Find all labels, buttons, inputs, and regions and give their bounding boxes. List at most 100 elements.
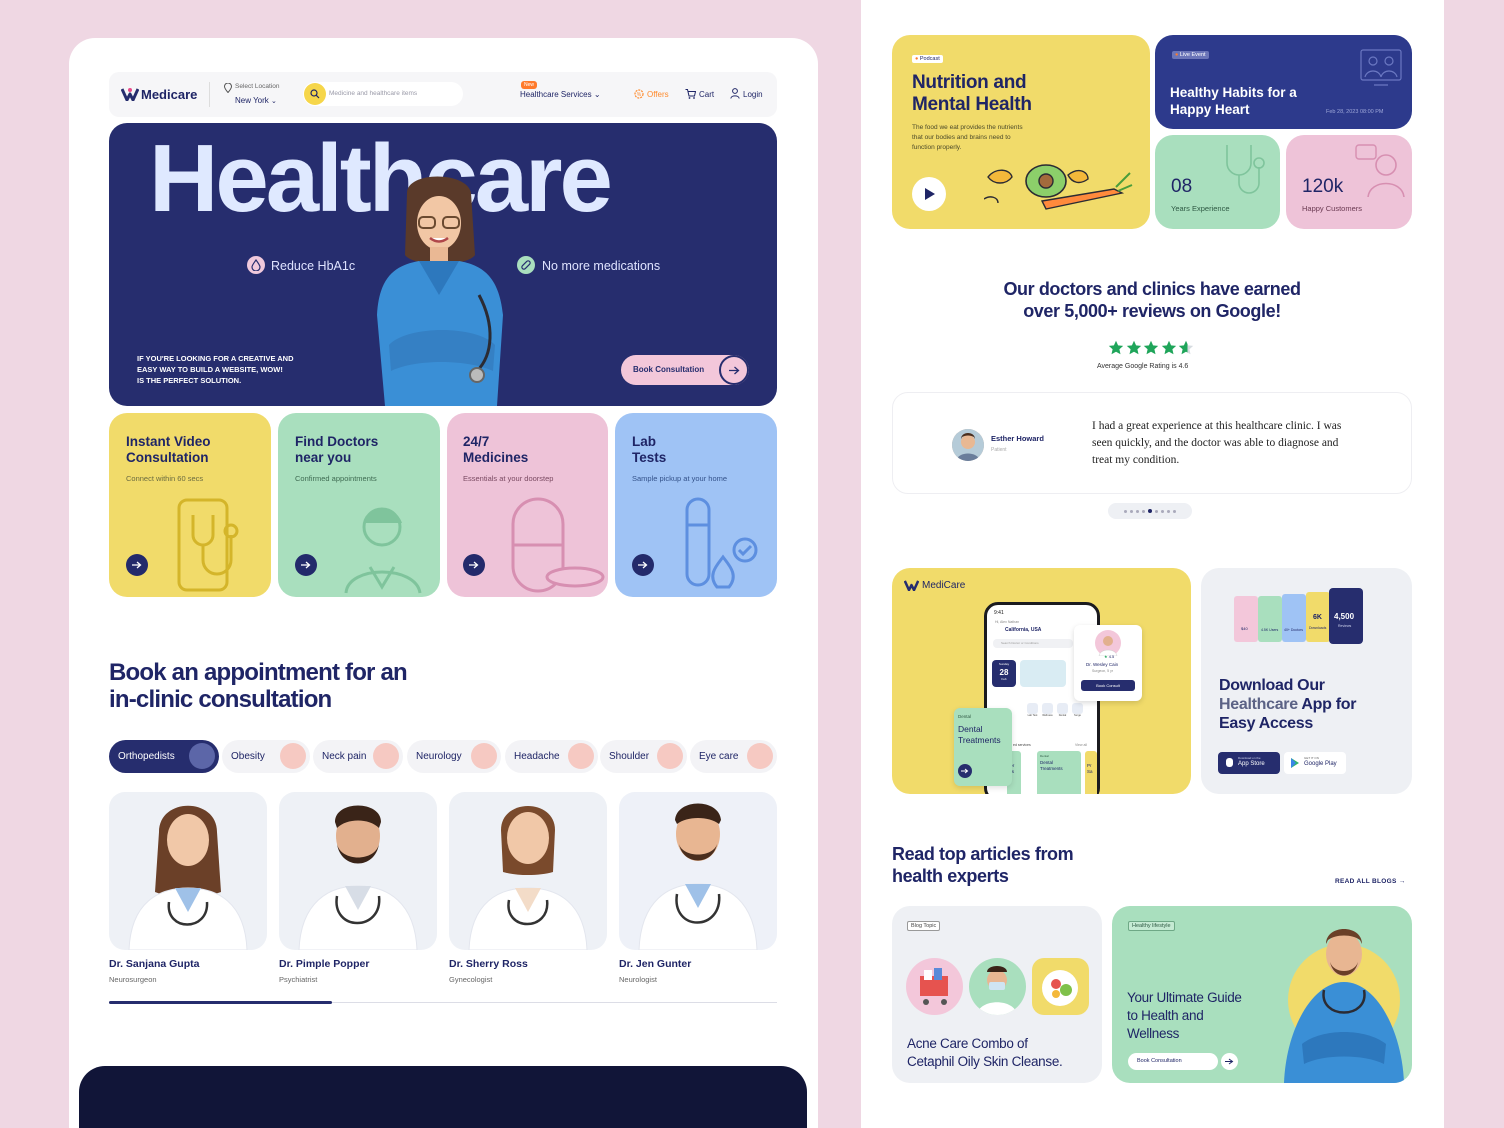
map-thumbnail (1020, 660, 1066, 687)
service-subtitle: Confirmed appointments (295, 474, 377, 483)
headache-icon (568, 743, 594, 769)
filter-label: Orthopedists (118, 751, 175, 762)
service-card-video[interactable]: Instant Video Consultation Connect within… (109, 413, 271, 597)
offers-icon: % (634, 89, 644, 99)
carousel-progress[interactable] (109, 1001, 332, 1004)
article-card-acne[interactable]: Blog Topic Acne Care Combo of Cetaphil Oi… (892, 906, 1102, 1083)
search-input[interactable]: Medicine and healthcare items (329, 90, 417, 97)
cart-icon (685, 89, 696, 99)
doctor-role: Gynecologist (449, 975, 493, 984)
location-select[interactable]: New York ⌄ (235, 96, 277, 105)
book-consultation-button[interactable]: Book Consultation (1128, 1053, 1238, 1070)
service-title: Instant Video Consultation (126, 434, 211, 465)
live-event-card[interactable]: ● Live Event Healthy Habits for a Happy H… (1155, 35, 1412, 129)
doctor-role: Psychiatrist (279, 975, 318, 984)
article-title: Your Ultimate Guide to Health and Wellness (1127, 990, 1242, 1041)
article-badge: Healthy lifestyle (1128, 921, 1175, 931)
dental-treatments-card[interactable]: Dental Dental Treatments (954, 708, 1012, 786)
filter-neurology[interactable]: Neurology (407, 740, 501, 773)
doctor-name[interactable]: Dr. Pimple Popper (279, 958, 369, 970)
svg-text:%: % (637, 92, 642, 98)
doctor-role: Neurosurgeon (109, 975, 157, 984)
read-all-blogs-link[interactable]: READ ALL BLOGS → (1335, 878, 1406, 885)
filter-orthopedists[interactable]: Orthopedists (109, 740, 219, 773)
arrow-right-icon[interactable] (719, 355, 749, 385)
chevron-down-icon: ⌄ (271, 98, 277, 105)
hero-subtext-line: EASY WAY TO BUILD A WEBSITE, WOW! (137, 365, 283, 374)
new-badge: New (521, 81, 538, 89)
arrow-right-icon[interactable] (1221, 1053, 1238, 1070)
book-consultation-button[interactable]: Book Consultation (621, 355, 749, 385)
stat-label: Happy Customers (1302, 204, 1363, 213)
brand-name[interactable]: Medicare (141, 87, 197, 102)
article-title: Acne Care Combo of Cetaphil Oily Skin Cle… (907, 1036, 1063, 1069)
arrow-right-icon[interactable] (126, 554, 148, 576)
pill-icon (517, 256, 535, 274)
location-label: Select Location (235, 83, 280, 90)
avatar (952, 429, 984, 461)
hero-subtext-line: IF YOU'RE LOOKING FOR A CREATIVE AND (137, 354, 294, 363)
dental-tile: Dental Dental Treatments (1037, 751, 1081, 794)
arrow-right-icon[interactable] (295, 554, 317, 576)
doctor-popup-card[interactable]: ★ 4.5 Dr. Wesley Cain Surgeon, 5 yr Book… (1074, 625, 1142, 701)
live-event-title: Healthy Habits for a Happy Heart (1170, 85, 1297, 117)
article-card-wellness[interactable]: Healthy lifestyle Your Ultimate Guide to … (1112, 906, 1412, 1083)
filter-label: Headache (514, 751, 560, 762)
filter-label: Obesity (231, 751, 265, 762)
rating-caption: Average Google Rating is 4.6 (1097, 363, 1189, 370)
service-card-find-doctors[interactable]: Find Doctors near you Confirmed appointme… (278, 413, 440, 597)
reviews-heading: Our doctors and clinics have earned over … (1003, 279, 1301, 321)
doctor-name[interactable]: Dr. Sherry Ross (449, 958, 528, 970)
search-bar[interactable]: Medicine and healthcare items (303, 82, 463, 106)
doctor-photo[interactable] (619, 792, 777, 950)
footer-section (79, 1066, 807, 1128)
star-rating (1108, 340, 1196, 356)
filter-eye-care[interactable]: Eye care (690, 740, 777, 773)
doctor-name[interactable]: Dr. Sanjana Gupta (109, 958, 199, 970)
doctor-photo[interactable] (279, 792, 437, 950)
filter-obesity[interactable]: Obesity (222, 740, 310, 773)
service-subtitle: Connect within 60 secs (126, 474, 204, 483)
vegetables-icon (984, 164, 1133, 210)
service-card-lab-tests[interactable]: Lab Tests Sample pickup at your home (615, 413, 777, 597)
service-title: 24/7 Medicines (463, 434, 529, 465)
healthcare-services-menu[interactable]: Healthcare Services ⌄ (520, 90, 601, 99)
location-value: New York (235, 96, 269, 105)
location-pin-icon (224, 83, 232, 93)
offers-link[interactable]: Offers (647, 90, 669, 99)
play-button[interactable] (912, 177, 946, 211)
arrow-right-icon[interactable] (463, 554, 485, 576)
doctor-name[interactable]: Dr. Jen Gunter (619, 958, 691, 970)
testimonial-quote: I had a great experience at this healthc… (1092, 420, 1342, 466)
filter-label: Neck pain (322, 751, 367, 762)
book-consult-mini-button[interactable]: Book Consult (1081, 680, 1135, 691)
login-link[interactable]: Login (743, 90, 763, 99)
doctor-photo[interactable] (449, 792, 607, 950)
articles-heading: Read top articles from health experts (892, 844, 1074, 886)
reviewer-name: Esther Howard (991, 434, 1044, 443)
live-badge: ● Live Event (1172, 51, 1209, 59)
hero-banner: Healthcare Reduce HbA1c No more medicati… (109, 123, 777, 406)
reviewer-role: Patient (991, 447, 1007, 453)
carousel-dots[interactable] (1108, 503, 1192, 519)
doctor-photo[interactable] (109, 792, 267, 950)
app-promo-card: MediCare 9:41 Hi, Alex Nathan California… (892, 568, 1191, 794)
stethoscope-icon (1226, 145, 1265, 194)
live-event-date: Feb 28, 2023 08:00 PM (1326, 109, 1384, 115)
filter-neck-pain[interactable]: Neck pain (313, 740, 403, 773)
filter-headache[interactable]: Headache (505, 740, 598, 773)
filter-shoulder[interactable]: Shoulder (600, 740, 687, 773)
google-play-button[interactable]: GET IT ON Google Play (1284, 752, 1346, 774)
filter-label: Eye care (699, 751, 739, 762)
app-store-button[interactable]: Download on the App Store (1218, 752, 1280, 774)
arrow-right-icon[interactable] (632, 554, 654, 576)
service-title: Lab Tests (632, 434, 667, 465)
search-icon[interactable] (304, 83, 326, 105)
medicare-logo-icon (121, 88, 139, 101)
cart-link[interactable]: Cart (699, 90, 714, 99)
podcast-card[interactable]: ● Podcast Nutrition and Mental Health The… (892, 35, 1150, 229)
capsule-icon (511, 497, 605, 593)
shopping-cart-image (906, 958, 963, 1015)
phone-categories: Lab Test Wellness Dental Surge (1027, 703, 1087, 721)
service-card-medicines[interactable]: 24/7 Medicines Essentials at your doorste… (447, 413, 608, 597)
